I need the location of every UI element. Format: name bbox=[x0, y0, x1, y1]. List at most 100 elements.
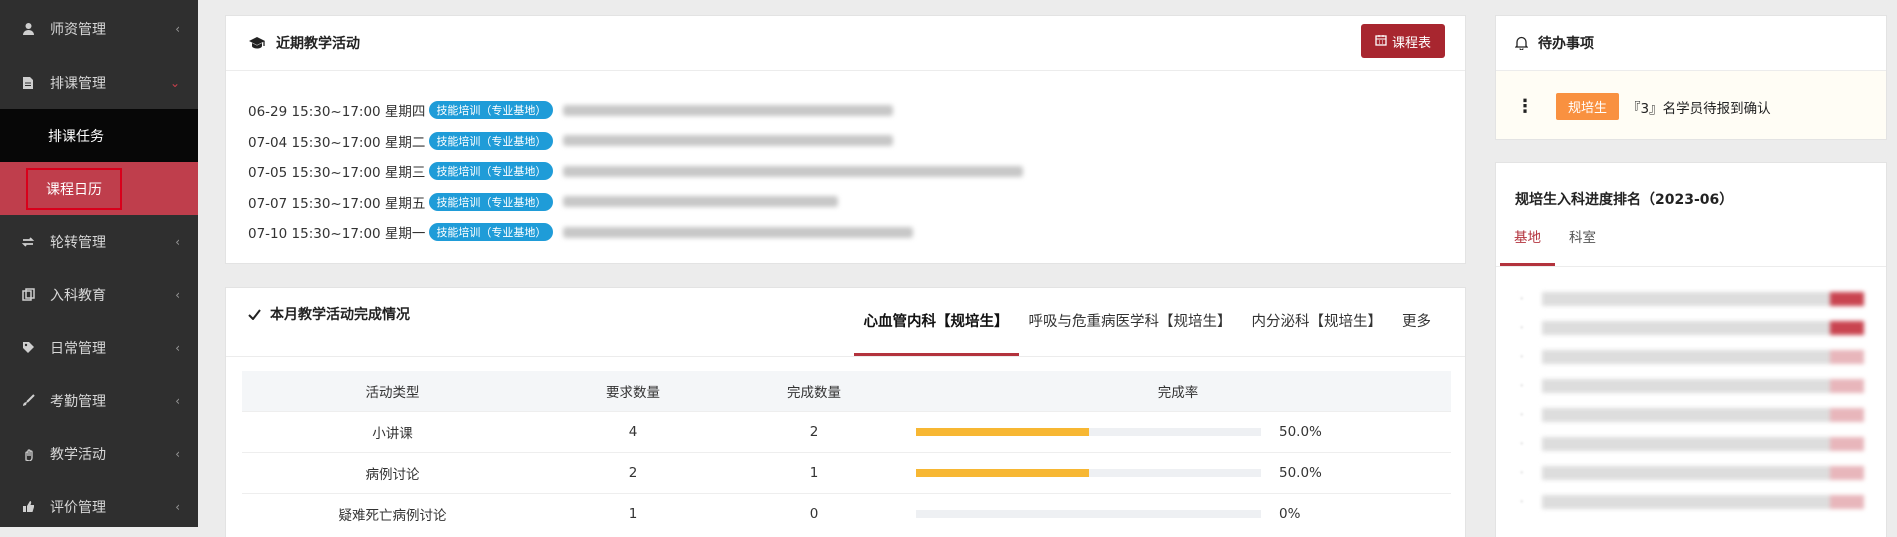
tab-more[interactable]: 更多 bbox=[1392, 288, 1441, 356]
status-badge: 规培生 bbox=[1556, 93, 1620, 120]
sidebar-item-label: 日常管理 bbox=[50, 340, 106, 357]
divider bbox=[226, 356, 1465, 357]
table-row: 病例讨论 2 1 50.0% bbox=[242, 451, 1451, 493]
card-title: 规培生入科进度排名（2023-06） bbox=[1515, 192, 1734, 208]
tab-department[interactable]: 科室 bbox=[1555, 209, 1610, 266]
list-item: · bbox=[1496, 487, 1886, 516]
rank-number-redacted: · bbox=[1520, 292, 1524, 305]
rate-text: 50.0% bbox=[1279, 423, 1322, 440]
progress-bar bbox=[916, 509, 1261, 518]
sidebar-item-attendance[interactable]: 考勤管理 ‹ bbox=[0, 374, 198, 427]
sidebar-item-label: 入科教育 bbox=[50, 287, 106, 304]
todo-item[interactable]: ⋮ 规培生 『3』名学员待报到确认 bbox=[1496, 71, 1886, 120]
sidebar-subitem-label: 课程日历 bbox=[26, 167, 122, 210]
calendar-icon bbox=[1375, 34, 1387, 49]
tab-respiratory[interactable]: 呼吸与危重病医学科【规培生】 bbox=[1019, 288, 1242, 356]
chevron-left-icon: ‹ bbox=[175, 340, 180, 355]
activity-type-cell: 疑难死亡病例讨论 bbox=[242, 492, 543, 534]
sidebar-item-daily[interactable]: 日常管理 ‹ bbox=[0, 321, 198, 374]
progress-fill bbox=[916, 468, 1089, 477]
card-header: 近期教学活动 bbox=[226, 16, 1465, 71]
sidebar-item-entry-education[interactable]: 入科教育 ‹ bbox=[0, 268, 198, 321]
rank-bar-redacted bbox=[1542, 320, 1864, 335]
monthly-completion-card: 本月教学活动完成情况 心血管内科【规培生】 呼吸与危重病医学科【规培生】 内分泌… bbox=[225, 287, 1466, 537]
rotate-icon bbox=[20, 234, 36, 250]
card-header: 本月教学活动完成情况 bbox=[248, 304, 410, 324]
rank-number-redacted: · bbox=[1520, 437, 1524, 450]
activity-time: 07-07 15:30~17:00 星期五 bbox=[248, 195, 426, 212]
list-item[interactable]: 07-05 15:30~17:00 星期三 技能培训（专业基地） bbox=[248, 156, 1465, 187]
tab-cardiology[interactable]: 心血管内科【规培生】 bbox=[853, 288, 1019, 356]
activity-detail-redacted bbox=[563, 196, 839, 208]
brush-icon bbox=[20, 393, 36, 409]
column-header: 完成数量 bbox=[723, 371, 905, 411]
thumbs-up-icon bbox=[20, 499, 36, 515]
chevron-left-icon: ‹ bbox=[175, 234, 180, 249]
chevron-left-icon: ‹ bbox=[175, 499, 180, 514]
chevron-down-icon: ⌄ bbox=[169, 76, 180, 90]
rank-bar-redacted bbox=[1542, 291, 1864, 306]
ranking-card: 规培生入科进度排名（2023-06） 基地 科室 · · · · · · · · bbox=[1495, 162, 1887, 537]
sidebar-item-rotation[interactable]: 轮转管理 ‹ bbox=[0, 215, 198, 268]
schedule-button-label: 课程表 bbox=[1391, 34, 1431, 50]
list-item[interactable]: 07-04 15:30~17:00 星期二 技能培训（专业基地） bbox=[248, 126, 1465, 157]
chevron-left-icon: ‹ bbox=[175, 21, 180, 36]
sidebar-item-evaluation[interactable]: 评价管理 ‹ bbox=[0, 480, 198, 533]
sidebar-item-teacher[interactable]: 师资管理 ‹ bbox=[0, 0, 198, 57]
activity-detail-redacted bbox=[563, 104, 894, 116]
activity-detail-redacted bbox=[563, 226, 914, 238]
activity-tag: 技能培训（专业基地） bbox=[429, 192, 554, 211]
rank-bar-redacted bbox=[1542, 378, 1864, 393]
rate-cell: 50.0% bbox=[905, 410, 1451, 452]
tab-endocrinology[interactable]: 内分泌科【规培生】 bbox=[1242, 288, 1393, 356]
column-header: 完成率 bbox=[905, 371, 1451, 411]
column-header: 要求数量 bbox=[543, 371, 723, 411]
rate-cell: 0% bbox=[905, 492, 1451, 534]
todo-card: 待办事项 ⋮ 规培生 『3』名学员待报到确认 bbox=[1495, 15, 1887, 140]
list-item: · bbox=[1496, 313, 1886, 342]
activity-type-cell: 小讲课 bbox=[242, 410, 543, 452]
chevron-left-icon: ‹ bbox=[175, 446, 180, 461]
sidebar-item-course[interactable]: 排课管理 ⌄ bbox=[0, 57, 198, 109]
check-icon bbox=[248, 308, 261, 320]
more-vertical-icon[interactable]: ⋮ bbox=[1516, 97, 1534, 116]
sidebar-item-label: 排课管理 bbox=[50, 76, 106, 92]
sidebar-subitem-calendar[interactable]: 课程日历 bbox=[0, 162, 198, 215]
activity-detail-redacted bbox=[563, 135, 894, 147]
progress-bar bbox=[916, 468, 1261, 477]
ranking-tabs: 基地 科室 bbox=[1496, 209, 1886, 267]
rate-wrap: 50.0% bbox=[906, 465, 1450, 481]
rate-wrap: 0% bbox=[906, 506, 1450, 522]
sidebar-item-label: 教学活动 bbox=[50, 446, 106, 463]
progress-bar bbox=[916, 427, 1261, 436]
required-count-cell: 4 bbox=[543, 410, 723, 452]
sidebar-item-label: 评价管理 bbox=[50, 499, 106, 516]
todo-text: 『3』名学员待报到确认 bbox=[1627, 100, 1771, 117]
list-item[interactable]: 06-29 15:30~17:00 星期四 技能培训（专业基地） bbox=[248, 95, 1465, 126]
list-item[interactable]: 07-10 15:30~17:00 星期一 技能培训（专业基地） bbox=[248, 217, 1465, 248]
table-header-row: 活动类型 要求数量 完成数量 完成率 bbox=[242, 371, 1451, 411]
tab-base[interactable]: 基地 bbox=[1500, 209, 1555, 266]
list-item: · bbox=[1496, 342, 1886, 371]
list-item: · bbox=[1496, 371, 1886, 400]
required-count-cell: 1 bbox=[543, 492, 723, 534]
rank-number-redacted: · bbox=[1520, 408, 1524, 421]
rate-cell: 50.0% bbox=[905, 451, 1451, 493]
activity-list: 06-29 15:30~17:00 星期四 技能培训（专业基地） 07-04 1… bbox=[226, 71, 1465, 248]
done-count-cell: 2 bbox=[723, 410, 905, 452]
list-item[interactable]: 07-07 15:30~17:00 星期五 技能培训（专业基地） bbox=[248, 187, 1465, 218]
schedule-button[interactable]: 课程表 bbox=[1361, 24, 1445, 58]
recent-activities-card: 近期教学活动 课程表 06-29 15:30~17:00 星期四 技能培训（专业… bbox=[225, 15, 1466, 264]
department-tabs: 心血管内科【规培生】 呼吸与危重病医学科【规培生】 内分泌科【规培生】 更多 bbox=[853, 288, 1442, 356]
list-item: · bbox=[1496, 400, 1886, 429]
tag-icon bbox=[20, 340, 36, 356]
activity-tag: 技能培训（专业基地） bbox=[429, 223, 554, 242]
activity-detail-redacted bbox=[563, 165, 1024, 177]
sidebar-subitem-label: 排课任务 bbox=[48, 128, 104, 145]
sidebar-item-teaching[interactable]: 教学活动 ‹ bbox=[0, 427, 198, 480]
table-row: 疑难死亡病例讨论 1 0 0% bbox=[242, 492, 1451, 534]
copy-icon bbox=[20, 287, 36, 303]
sidebar-subitem-task[interactable]: 排课任务 bbox=[0, 109, 198, 162]
rate-wrap: 50.0% bbox=[906, 424, 1450, 440]
activity-tag: 技能培训（专业基地） bbox=[429, 101, 554, 120]
